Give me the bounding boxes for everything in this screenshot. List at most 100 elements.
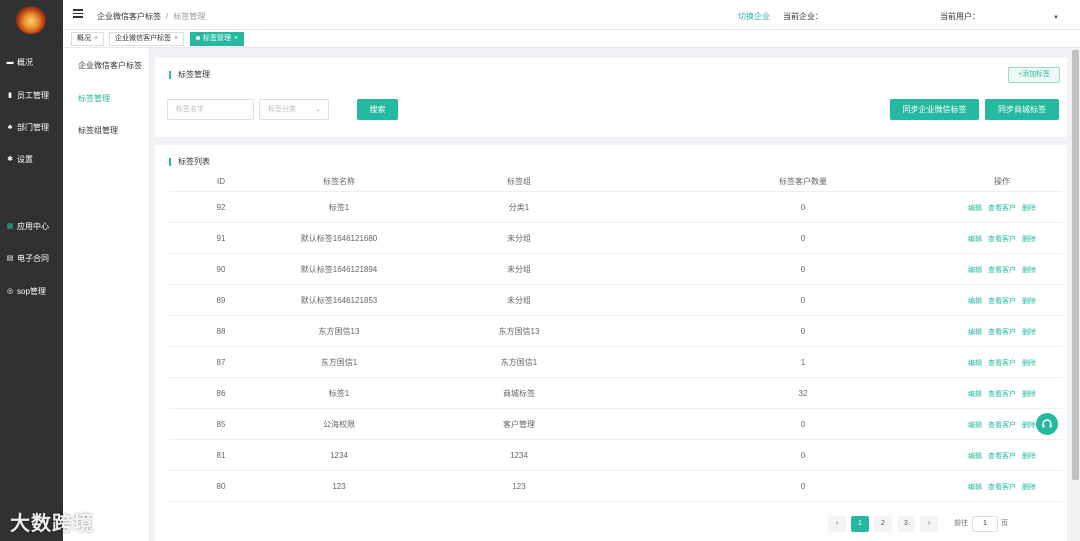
table-header: ID 标签名称 标签组 标签客户数量 操作 [169,172,1062,192]
cell-name: 123 [332,482,346,491]
cell-id: 81 [216,451,226,460]
cell-id: 89 [216,296,226,305]
delete-link[interactable]: 删除 [1022,236,1036,243]
sidebar-item-app-center[interactable]: ▦ 应用中心 [0,217,63,235]
cell-name: 标签1 [328,389,350,398]
view-customers-link[interactable]: 查看客户 [988,360,1016,367]
sync-mall-tags-button[interactable]: 同步商城标签 [985,99,1059,120]
prev-page-button[interactable]: ‹ [828,516,846,532]
sidebar-item-department[interactable]: ♣ 部门管理 [0,118,63,136]
cell-id: 91 [216,234,226,243]
subnav-item-tag-management[interactable]: 标签管理 [78,93,110,104]
table-row: 86 标签1 商城标签 32 编辑 查看客户 删除 [169,378,1062,409]
table-row: 90 默认标签1646121894 未分组 0 编辑 查看客户 删除 [169,254,1062,285]
delete-link[interactable]: 删除 [1022,205,1036,212]
delete-link[interactable]: 删除 [1022,453,1036,460]
delete-link[interactable]: 删除 [1022,391,1036,398]
view-customers-link[interactable]: 查看客户 [988,484,1016,491]
tab-overview[interactable]: 概况 × [71,32,105,46]
cell-group: 未分组 [507,265,531,274]
delete-link[interactable]: 删除 [1022,329,1036,336]
view-customers-link[interactable]: 查看客户 [988,298,1016,305]
edit-link[interactable]: 编辑 [968,422,982,429]
customer-service-icon[interactable] [1036,413,1058,435]
tag-category-select[interactable]: 标签分类 ⌄ [259,99,329,120]
cell-id: 92 [216,203,226,212]
view-customers-link[interactable]: 查看客户 [988,267,1016,274]
page-button-2[interactable]: 2 [874,516,892,532]
column-header: ID [217,177,225,186]
sidebar-item-staff[interactable]: ▮ 员工管理 [0,86,63,104]
sidebar-item-overview[interactable]: ▬ 概况 [0,53,63,71]
edit-link[interactable]: 编辑 [968,484,982,491]
page-button-3[interactable]: 3 [897,516,915,532]
tab-tag-management[interactable]: 标签管理 × [190,32,245,46]
add-tag-button[interactable]: +添加标签 [1008,67,1060,83]
sidebar-item-contract[interactable]: ▤ 电子合同 [0,249,63,267]
cell-id: 88 [216,327,226,336]
sync-wechat-tags-button[interactable]: 同步企业微信标签 [890,99,979,120]
user-icon: ▮ [8,91,12,99]
edit-link[interactable]: 编辑 [968,329,982,336]
cell-name: 标签1 [328,203,350,212]
menu-toggle-icon[interactable] [73,9,83,18]
close-icon[interactable]: × [94,35,98,42]
edit-link[interactable]: 编辑 [968,236,982,243]
page-button-1[interactable]: 1 [851,516,869,532]
close-icon[interactable]: × [234,35,238,42]
table-row: 85 公海权限 客户管理 0 编辑 查看客户 删除 [169,409,1062,440]
goto-page-input[interactable]: 1 [972,516,998,532]
cell-count: 1 [800,358,806,367]
view-customers-link[interactable]: 查看客户 [988,453,1016,460]
view-customers-link[interactable]: 查看客户 [988,236,1016,243]
sidebar-item-label: 电子合同 [17,253,49,263]
delete-link[interactable]: 删除 [1022,484,1036,491]
next-page-button[interactable]: › [920,516,938,532]
view-customers-link[interactable]: 查看客户 [988,422,1016,429]
search-button[interactable]: 搜索 [357,99,398,120]
cell-id: 90 [216,265,226,274]
view-customers-link[interactable]: 查看客户 [988,391,1016,398]
view-customers-link[interactable]: 查看客户 [988,329,1016,336]
subnav-item-tag-group-management[interactable]: 标签组管理 [78,125,118,136]
row-actions: 编辑 查看客户 删除 [968,223,1036,255]
delete-link[interactable]: 删除 [1022,422,1036,429]
cell-name: 默认标签1646121680 [300,234,378,243]
sidebar-item-settings[interactable]: ✱ 设置 [0,150,63,168]
scrollbar[interactable] [1071,48,1080,541]
delete-link[interactable]: 删除 [1022,267,1036,274]
edit-link[interactable]: 编辑 [968,298,982,305]
gear-icon: ✱ [7,155,13,163]
sidebar-item-sop[interactable]: ◎ sop管理 [0,282,63,300]
delete-link[interactable]: 删除 [1022,360,1036,367]
sidebar-item-label: 员工管理 [17,90,49,100]
breadcrumb-current: 标签管理 [173,12,206,21]
edit-link[interactable]: 编辑 [968,391,982,398]
page-suffix: 页 [1001,520,1008,527]
close-icon[interactable]: × [174,35,178,42]
logo[interactable] [16,6,46,34]
edit-link[interactable]: 编辑 [968,360,982,367]
cell-group: 未分组 [507,234,531,243]
cell-name: 公海权限 [323,420,355,429]
cell-id: 86 [216,389,226,398]
filter-card: 标签管理 +添加标签 标签名字 标签分类 ⌄ 搜索 同步企业微信标签 同步商城标… [155,58,1067,137]
scrollbar-thumb[interactable] [1072,50,1079,480]
breadcrumb-item[interactable]: 企业微信客户标签 [97,12,161,21]
tag-name-input[interactable]: 标签名字 [167,99,254,120]
edit-link[interactable]: 编辑 [968,205,982,212]
cell-group: 123 [512,482,526,491]
switch-company-link[interactable]: 切换企业 [738,11,770,22]
org-icon: ♣ [7,123,13,131]
view-customers-link[interactable]: 查看客户 [988,205,1016,212]
edit-link[interactable]: 编辑 [968,267,982,274]
edit-link[interactable]: 编辑 [968,453,982,460]
table-row: 92 标签1 分类1 0 编辑 查看客户 删除 [169,192,1062,223]
section-title: 标签列表 [169,158,210,166]
tabs-bar: 概况 × 企业微信客户标签 × 标签管理 × [63,30,1080,48]
tab-wechat-tags[interactable]: 企业微信客户标签 × [109,32,185,46]
chevron-down-icon[interactable]: ▼ [1053,15,1059,21]
subnav-item-wechat-tags[interactable]: 企业微信客户标签 [78,60,142,71]
tab-label: 企业微信客户标签 [115,35,171,42]
delete-link[interactable]: 删除 [1022,298,1036,305]
